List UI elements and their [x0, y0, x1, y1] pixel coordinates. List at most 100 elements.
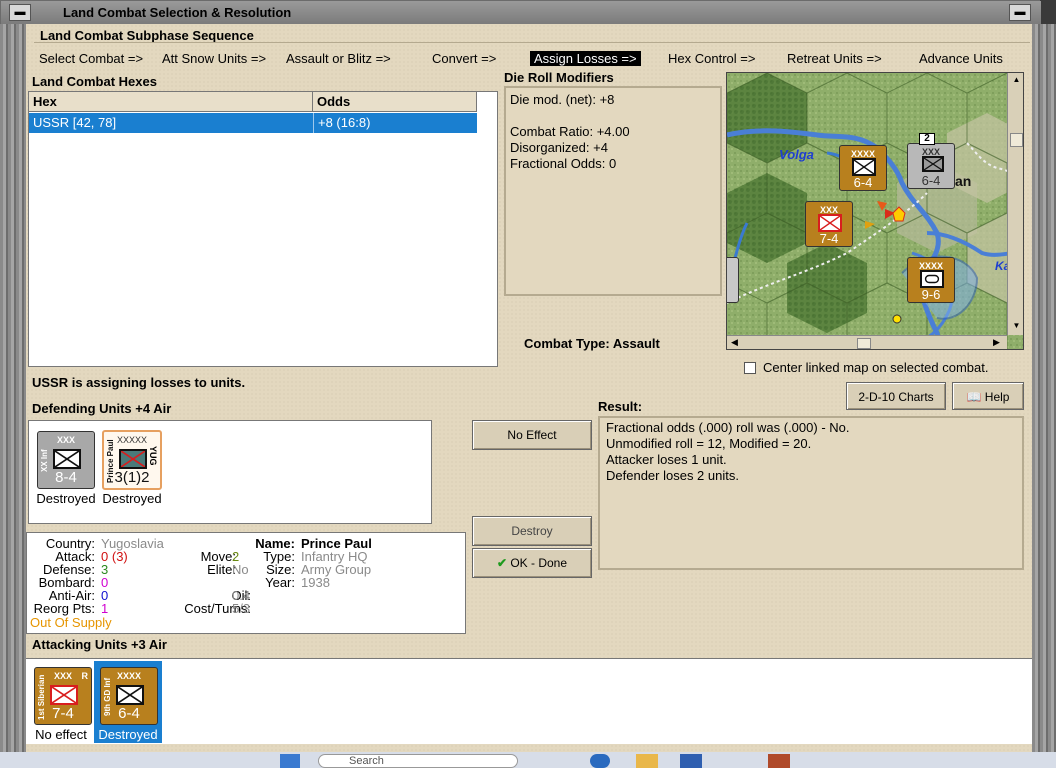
combat-type: Combat Type: Assault [524, 336, 660, 351]
linked-map[interactable]: Volga an Ka XXXX 6-4 XXX 6-4 2 XXX 7-4 X… [726, 72, 1024, 350]
attacking-unit-1st-siberian[interactable]: XXX R 1st Siberian 7-4 [34, 667, 92, 725]
left-frame [0, 24, 26, 752]
unit-strength: 8-4 [55, 469, 77, 486]
checkmark-icon: ✔ [496, 556, 507, 570]
defending-title: Defending Units +4 Air [32, 401, 172, 416]
map-unit-9th-gd[interactable]: XXXX 6-4 [839, 145, 887, 191]
result-box: Fractional odds (.000) roll was (.000) -… [598, 416, 1024, 570]
scroll-left-icon[interactable]: ◀ [731, 337, 738, 348]
cost-value: 5/3 [232, 601, 251, 616]
result-line: Unmodified roll = 12, Modified = 20. [606, 436, 812, 451]
scroll-right-icon[interactable]: ▶ [993, 337, 1000, 348]
browser-icon[interactable] [590, 754, 610, 768]
scroll-down-icon[interactable]: ▼ [1010, 321, 1023, 333]
infantry-icon [53, 449, 81, 469]
table-row-hex[interactable]: USSR [42, 78] [29, 113, 313, 133]
hq-icon [119, 449, 147, 469]
scroll-thumb[interactable] [1010, 133, 1023, 147]
die-roll-title: Die Roll Modifiers [504, 70, 614, 85]
map-unit-1st-siberian[interactable]: XXX 7-4 [805, 201, 853, 247]
unit-strength: 3(1)2 [114, 469, 150, 486]
unit-strength: 6-4 [921, 173, 941, 188]
result-title: Result: [598, 399, 643, 414]
destroy-button[interactable]: Destroy [472, 516, 592, 546]
defending-unit-prince-paul[interactable]: XXXXX Prince Paul YUG 3(1)2 [102, 430, 162, 490]
supply-status: Out Of Supply [30, 615, 112, 630]
elite-value: No [232, 562, 249, 577]
ok-done-label: OK - Done [510, 556, 568, 570]
attack-paren: (3) [111, 549, 128, 564]
window-menu-icon[interactable]: ▬ [9, 4, 31, 21]
map-horizontal-scrollbar[interactable]: ◀ ▶ [727, 335, 1007, 349]
map-unit-partial[interactable]: -5 [727, 257, 739, 303]
scroll-thumb-h[interactable] [857, 338, 871, 349]
attacking-unit-status: Destroyed [98, 727, 158, 742]
window-title: Land Combat Selection & Resolution [63, 5, 292, 20]
map-unit-1st-gd-arm[interactable]: XXXX 9-6 [907, 257, 955, 303]
status-text: USSR is assigning losses to units. [32, 375, 246, 390]
reorg-label: Reorg Pts: [33, 601, 95, 616]
disorganized: Disorganized: +4 [510, 140, 608, 155]
store-icon[interactable] [680, 754, 702, 768]
scroll-up-icon[interactable]: ▲ [1010, 75, 1023, 87]
hexes-title: Land Combat Hexes [32, 74, 157, 89]
main-content: Land Combat Subphase Sequence Select Com… [26, 24, 1032, 752]
attacking-units-panel: XXX R 1st Siberian 7-4 No effect XXXX 9t… [26, 658, 1032, 744]
die-roll-modifiers: Die mod. (net): +8 Combat Ratio: +4.00 D… [504, 86, 722, 296]
attacking-unit-9th-gd-inf[interactable]: XXXX 9th GD Inf 6-4 [100, 667, 158, 725]
combat-ratio: Combat Ratio: +4.00 [510, 124, 630, 139]
result-line: Fractional odds (.000) roll was (.000) -… [606, 420, 850, 435]
defending-unit-xx-inf[interactable]: XXX XX Inf 8-4 [37, 431, 95, 489]
map-vertical-scrollbar[interactable]: ▲ ▼ [1007, 73, 1023, 335]
help-label: Help [984, 390, 1010, 404]
center-map-checkbox[interactable] [744, 362, 756, 374]
help-book-icon: 📖 [966, 390, 982, 404]
phase-assign-losses: Assign Losses => [530, 51, 641, 66]
charts-button[interactable]: 2-D-10 Charts [846, 382, 946, 410]
title-bar: ▬ Land Combat Selection & Resolution ▬ [1, 1, 1041, 25]
unit-strength: 6-4 [118, 705, 140, 722]
year-value: 1938 [301, 575, 330, 590]
unit-info-panel: Country: Yugoslavia Attack: 0 (3) Defens… [26, 532, 466, 634]
unit-strength: -5 [727, 287, 738, 302]
infantry-icon [922, 156, 944, 172]
game-icon[interactable] [768, 754, 790, 768]
hex-column-header[interactable]: Hex [29, 92, 313, 112]
armor-icon [920, 270, 944, 288]
phase-select-combat: Select Combat => [39, 51, 144, 66]
table-row-odds[interactable]: +8 (16:8) [313, 113, 477, 133]
windows-start-icon[interactable] [280, 754, 300, 768]
result-line: Defender loses 2 units. [606, 468, 739, 483]
phase-advance: Advance Units [919, 51, 1003, 66]
hexes-table[interactable]: Hex Odds USSR [42, 78] +8 (16:8) [28, 91, 498, 367]
unit-strength: 9-6 [921, 287, 941, 302]
folder-icon[interactable] [636, 754, 658, 768]
year-label: Year: [265, 575, 295, 590]
phase-retreat: Retreat Units => [787, 51, 882, 66]
unit-strength: 6-4 [853, 175, 873, 190]
combat-type-value: Assault [612, 336, 660, 351]
stack-count-badge: 2 [919, 133, 935, 145]
window-minimize-icon[interactable]: ▬ [1009, 4, 1031, 21]
fractional-odds: Fractional Odds: 0 [510, 156, 617, 171]
phase-hex-control: Hex Control => [668, 51, 756, 66]
unit-strength: 7-4 [52, 705, 74, 722]
infantry-icon [852, 158, 876, 176]
phase-convert: Convert => [432, 51, 497, 66]
taskbar-search-input[interactable]: Search [318, 754, 518, 768]
defending-unit-status: Destroyed [102, 491, 162, 506]
odds-column-header[interactable]: Odds [313, 92, 477, 112]
map-unit-xxxiii-inf[interactable]: XXX 6-4 [907, 143, 955, 189]
result-line: Attacker loses 1 unit. [606, 452, 727, 467]
right-frame [1032, 24, 1056, 752]
infantry-icon [818, 214, 842, 232]
help-button[interactable]: 📖 Help [952, 382, 1024, 410]
ok-done-button[interactable]: ✔ OK - Done [472, 548, 592, 578]
no-effect-button[interactable]: No Effect [472, 420, 592, 450]
die-mod-net: Die mod. (net): +8 [510, 92, 615, 107]
phase-assault-blitz: Assault or Blitz => [286, 51, 391, 66]
defending-unit-status: Destroyed [36, 491, 96, 506]
subphase-title: Land Combat Subphase Sequence [40, 28, 254, 43]
reorg-value: 1 [101, 601, 109, 616]
